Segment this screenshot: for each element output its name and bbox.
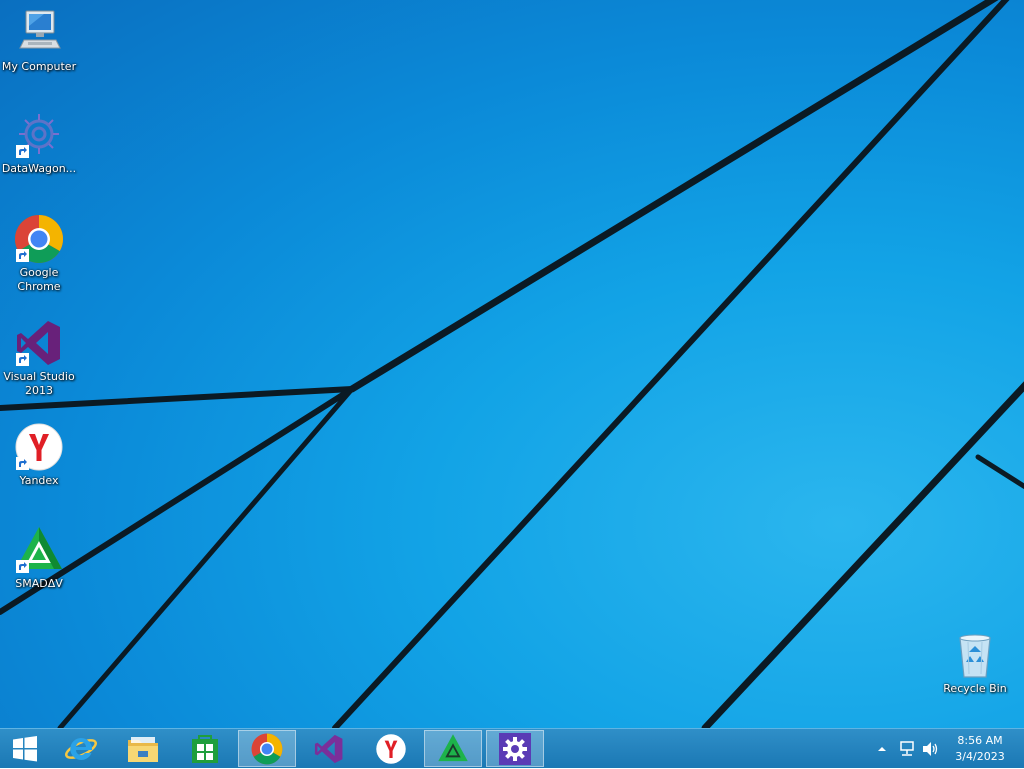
visual-studio-shortcut[interactable]: Visual Studio 2013: [0, 318, 78, 398]
recycle-bin-shortcut[interactable]: Recycle Bin: [936, 630, 1014, 696]
chrome-icon: [14, 214, 64, 264]
chrome-taskbar-button[interactable]: [238, 730, 296, 767]
computer-icon: [14, 8, 64, 58]
yandex-shortcut[interactable]: Yandex: [0, 422, 78, 488]
network-icon[interactable]: [898, 741, 916, 757]
yandex-icon: [14, 422, 64, 472]
yandex-label: Yandex: [19, 474, 59, 487]
shortcut-arrow-icon: [16, 560, 29, 573]
shortcut-arrow-icon: [16, 457, 29, 470]
my-computer-label: My Computer: [1, 60, 77, 73]
file-explorer-taskbar-button[interactable]: [114, 730, 172, 767]
visual-studio-icon: [14, 318, 64, 368]
smadav-shortcut[interactable]: SMADΔV: [0, 525, 78, 591]
recycle-bin-icon: [950, 630, 1000, 680]
recycle-bin-label: Recycle Bin: [943, 682, 1007, 695]
visual-studio-label: Visual Studio 2013: [3, 370, 75, 397]
volume-icon[interactable]: [921, 741, 939, 757]
clock-time: 8:56 AM: [957, 734, 1003, 747]
internet-explorer-taskbar-button[interactable]: [52, 730, 110, 767]
yandex-taskbar-button[interactable]: [362, 730, 420, 767]
windows-logo-icon: [13, 735, 37, 761]
taskbar: 8:56 AM 3/4/2023: [0, 728, 1024, 768]
google-chrome-label: Google Chrome: [17, 266, 61, 293]
store-taskbar-button[interactable]: [176, 730, 234, 767]
gear-icon: [499, 732, 531, 765]
datawagon-icon: [14, 110, 64, 160]
my-computer-icon-shortcut[interactable]: My Computer: [0, 8, 78, 74]
smadav-icon: [438, 733, 468, 761]
store-icon: [192, 734, 218, 763]
shortcut-arrow-icon: [16, 353, 29, 366]
shortcut-arrow-icon: [16, 145, 29, 158]
desktop[interactable]: My Computer DataWagon... Google Chrome V…: [0, 0, 1024, 728]
settings-taskbar-button[interactable]: [486, 730, 544, 767]
yandex-icon: [376, 733, 406, 764]
internet-explorer-icon: [65, 737, 97, 760]
start-button[interactable]: [0, 730, 50, 767]
chrome-icon: [251, 733, 283, 764]
show-hidden-icons-chevron-icon[interactable]: [876, 743, 888, 755]
smadav-icon: [14, 525, 64, 575]
datawagon-label: DataWagon...: [1, 162, 77, 175]
datawagon-shortcut[interactable]: DataWagon...: [0, 110, 78, 176]
google-chrome-shortcut[interactable]: Google Chrome: [0, 214, 78, 294]
smadav-label: SMADΔV: [15, 577, 63, 590]
wallpaper-lines: [0, 0, 1024, 728]
clock-date: 3/4/2023: [955, 750, 1005, 763]
folder-icon: [128, 736, 158, 762]
system-tray: [870, 729, 950, 769]
shortcut-arrow-icon: [16, 249, 29, 262]
clock[interactable]: 8:56 AM 3/4/2023: [946, 733, 1014, 765]
visual-studio-taskbar-button[interactable]: [300, 730, 358, 767]
visual-studio-icon: [314, 734, 343, 763]
smadav-taskbar-button[interactable]: [424, 730, 482, 767]
